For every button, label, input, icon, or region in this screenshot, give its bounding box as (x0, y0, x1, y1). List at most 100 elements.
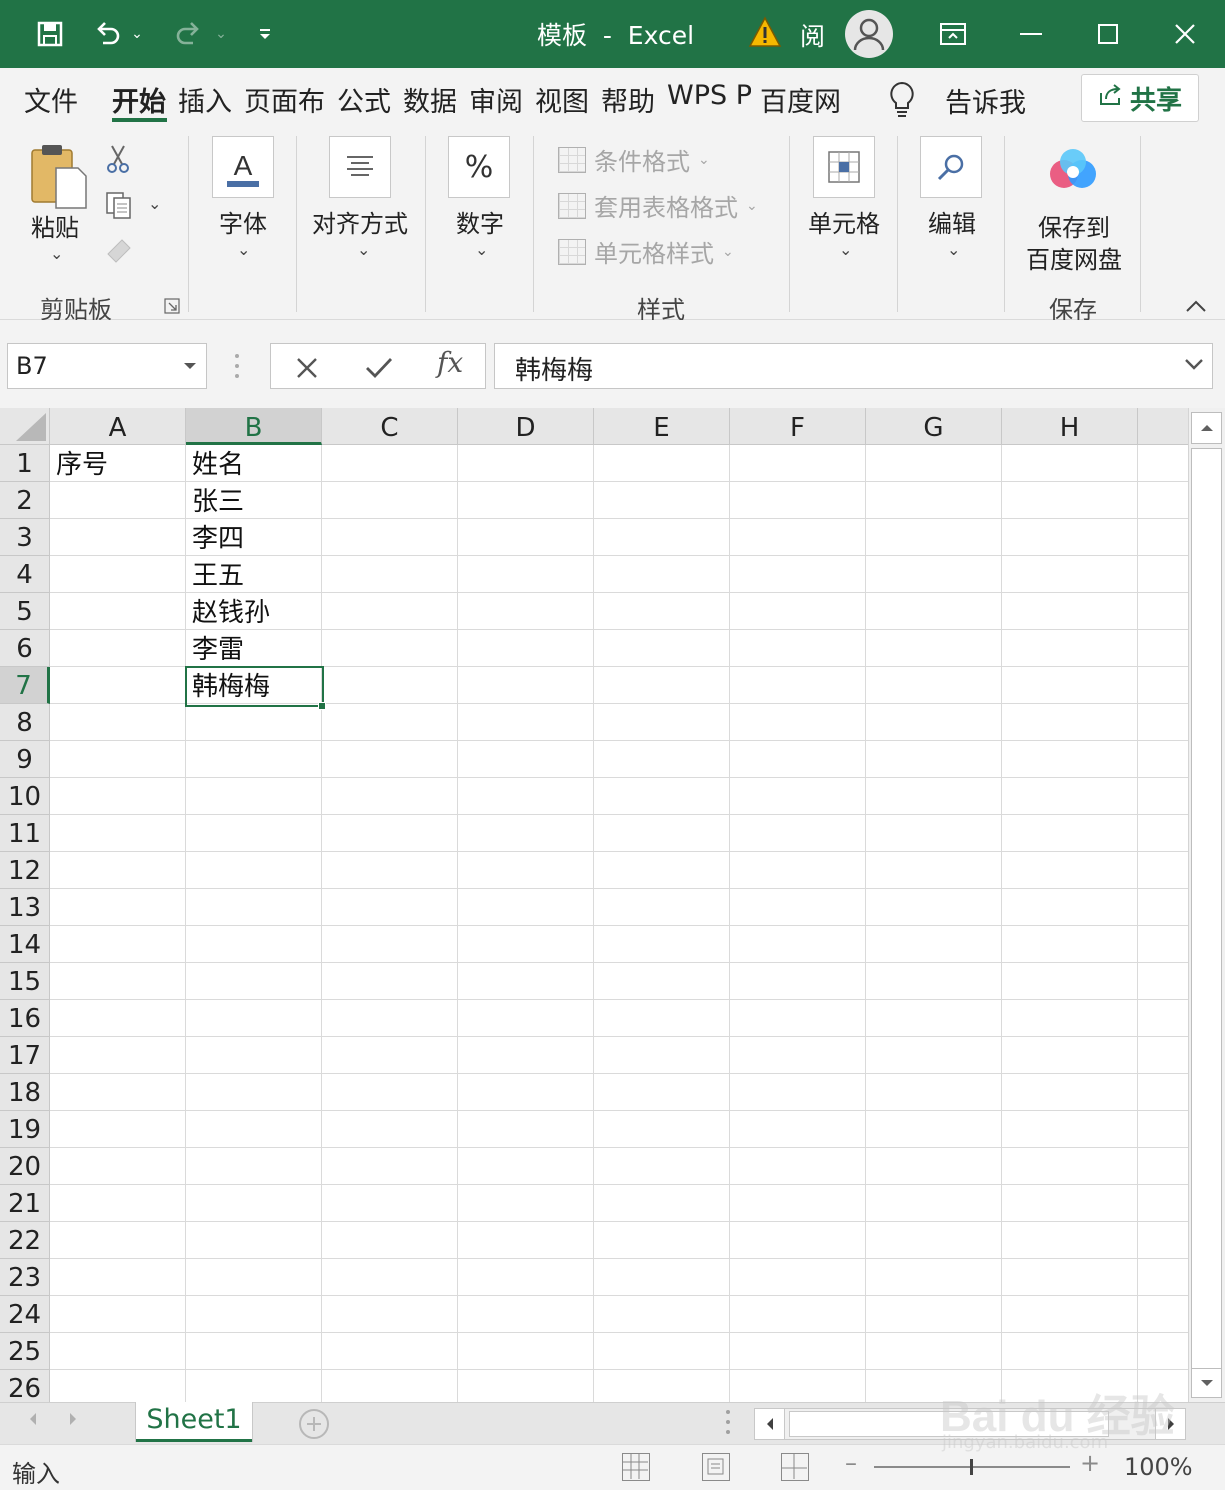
formula-input[interactable]: 韩梅梅 (494, 343, 1213, 389)
row-header-10[interactable]: 10 (0, 778, 50, 815)
row-header-11[interactable]: 11 (0, 815, 50, 852)
tab-data[interactable]: 数据 (403, 80, 459, 119)
undo-icon[interactable] (88, 14, 128, 54)
warning-icon[interactable] (748, 16, 782, 48)
row-header-6[interactable]: 6 (0, 630, 50, 667)
column-header-f[interactable]: F (730, 408, 866, 445)
ribbon-display-options-icon[interactable] (928, 12, 978, 56)
tell-me-search[interactable]: 告诉我 (945, 81, 1026, 120)
cut-icon[interactable] (104, 144, 132, 178)
row-header-1[interactable]: 1 (0, 445, 50, 482)
align-icon[interactable] (329, 136, 391, 198)
paste-label[interactable]: 粘贴 (28, 208, 82, 243)
select-all-button[interactable] (0, 408, 50, 445)
scroll-left-icon[interactable] (755, 1409, 785, 1439)
enter-icon[interactable] (365, 354, 393, 387)
avatar[interactable] (845, 10, 893, 58)
save-icon[interactable] (30, 14, 70, 54)
editing-label[interactable]: 编辑 (925, 204, 979, 239)
name-box-dropdown-icon[interactable] (182, 356, 198, 375)
horizontal-scroll-thumb[interactable] (789, 1411, 1109, 1437)
number-dropdown-icon[interactable]: ⌄ (475, 240, 488, 259)
row-header-5[interactable]: 5 (0, 593, 50, 630)
tab-page-layout[interactable]: 页面布 (244, 80, 328, 119)
insert-function-icon[interactable]: fx (437, 346, 463, 379)
close-button[interactable] (1160, 12, 1210, 56)
lightbulb-icon[interactable] (886, 80, 918, 122)
paste-dropdown-icon[interactable]: ⌄ (50, 244, 63, 263)
horizontal-scrollbar[interactable] (754, 1408, 1186, 1440)
row-header-24[interactable]: 24 (0, 1296, 50, 1333)
cell-a1[interactable]: 序号 (50, 445, 186, 482)
row-header-16[interactable]: 16 (0, 1000, 50, 1037)
row-header-18[interactable]: 18 (0, 1074, 50, 1111)
copy-dropdown-icon[interactable]: ⌄ (148, 194, 161, 213)
column-header-h[interactable]: H (1002, 408, 1138, 445)
zoom-slider-thumb[interactable] (970, 1459, 973, 1475)
row-header-25[interactable]: 25 (0, 1333, 50, 1370)
tab-help[interactable]: 帮助 (601, 80, 657, 119)
font-dropdown-icon[interactable]: ⌄ (237, 240, 250, 259)
row-header-9[interactable]: 9 (0, 741, 50, 778)
row-header-7[interactable]: 7 (0, 667, 50, 704)
collapse-ribbon-icon[interactable] (1184, 298, 1208, 317)
copy-icon[interactable] (104, 190, 134, 224)
save-to-label[interactable]: 保存到 (1026, 208, 1122, 243)
row-header-4[interactable]: 4 (0, 556, 50, 593)
row-header-23[interactable]: 23 (0, 1259, 50, 1296)
cell-b1[interactable]: 姓名 (186, 445, 322, 482)
cell-b4[interactable]: 王五 (186, 556, 322, 593)
row-header-20[interactable]: 20 (0, 1148, 50, 1185)
font-label[interactable]: 字体 (214, 204, 272, 239)
zoom-in-icon[interactable]: + (1080, 1449, 1100, 1477)
share-button[interactable]: 共享 (1081, 74, 1199, 122)
baidu-pan-label[interactable]: 百度网盘 (1026, 240, 1122, 275)
number-label[interactable]: 数字 (452, 204, 508, 239)
vertical-scrollbar[interactable] (1188, 408, 1225, 1402)
normal-view-icon[interactable] (622, 1453, 650, 1481)
maximize-button[interactable] (1083, 12, 1133, 56)
vertical-scroll-thumb[interactable] (1191, 448, 1222, 1370)
name-box[interactable]: B7 (7, 343, 207, 389)
zoom-level[interactable]: 100% (1124, 1453, 1193, 1481)
minimize-button[interactable] (1006, 12, 1056, 56)
row-header-8[interactable]: 8 (0, 704, 50, 741)
tab-wps[interactable]: WPS P (667, 80, 751, 111)
cells-label[interactable]: 单元格 (806, 204, 882, 239)
number-icon[interactable]: % (448, 136, 510, 198)
cells-icon[interactable] (813, 136, 875, 198)
row-header-26[interactable]: 26 (0, 1370, 50, 1402)
row-header-22[interactable]: 22 (0, 1222, 50, 1259)
cells-dropdown-icon[interactable]: ⌄ (839, 240, 852, 259)
scroll-up-icon[interactable] (1191, 412, 1222, 444)
tab-file[interactable]: 文件 (24, 80, 80, 119)
row-header-3[interactable]: 3 (0, 519, 50, 556)
expand-formula-bar-icon[interactable] (1184, 354, 1204, 375)
fill-handle[interactable] (318, 702, 326, 710)
scroll-right-icon[interactable] (1155, 1409, 1185, 1439)
column-header-e[interactable]: E (594, 408, 730, 445)
scroll-down-icon[interactable] (1191, 1368, 1222, 1398)
cell-b5[interactable]: 赵钱孙 (186, 593, 322, 630)
row-header-15[interactable]: 15 (0, 963, 50, 1000)
page-layout-view-icon[interactable] (702, 1453, 730, 1481)
align-dropdown-icon[interactable]: ⌄ (357, 240, 370, 259)
tab-insert[interactable]: 插入 (178, 80, 234, 119)
cancel-icon[interactable] (295, 354, 319, 387)
tab-view[interactable]: 视图 (535, 80, 591, 119)
editing-dropdown-icon[interactable]: ⌄ (947, 240, 960, 259)
row-header-14[interactable]: 14 (0, 926, 50, 963)
cell-b6[interactable]: 李雷 (186, 630, 322, 667)
column-header-g[interactable]: G (866, 408, 1002, 445)
column-header-d[interactable]: D (458, 408, 594, 445)
tab-baidu[interactable]: 百度网 (760, 80, 844, 119)
reader-mode-label[interactable]: 阅 (800, 17, 825, 53)
cell-b2[interactable]: 张三 (186, 482, 322, 519)
cell-b3[interactable]: 李四 (186, 519, 322, 556)
customize-toolbar-icon[interactable] (250, 14, 280, 54)
row-header-2[interactable]: 2 (0, 482, 50, 519)
font-icon[interactable]: A (212, 136, 274, 198)
row-header-19[interactable]: 19 (0, 1111, 50, 1148)
format-painter-icon[interactable] (104, 236, 134, 268)
paste-icon[interactable] (28, 142, 90, 214)
